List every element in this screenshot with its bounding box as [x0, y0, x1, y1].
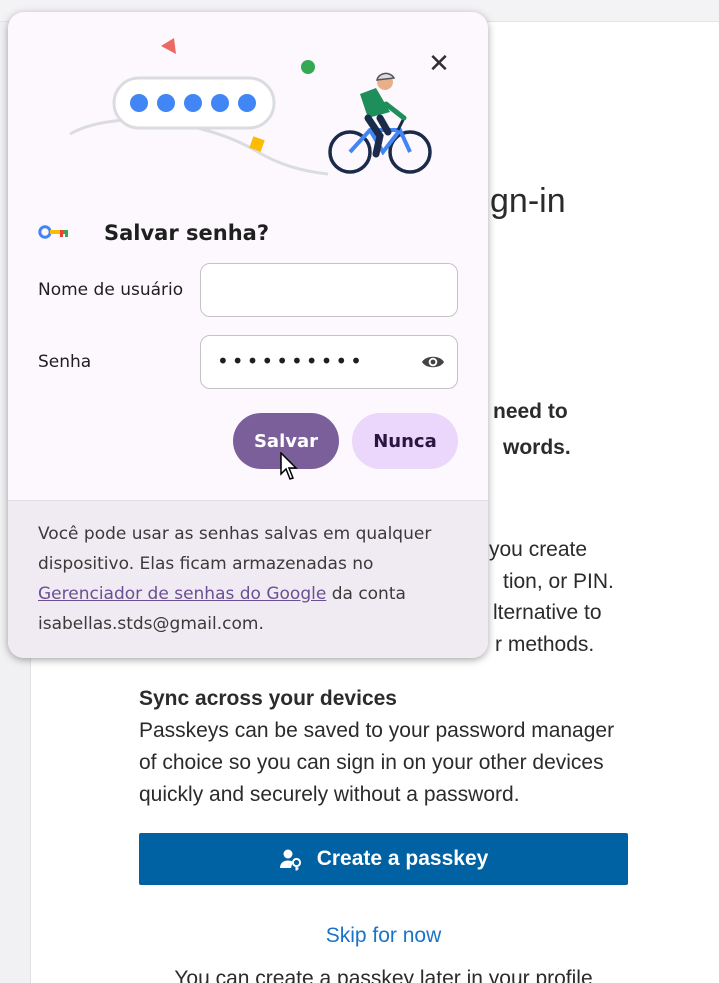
close-icon[interactable]: ✕ — [426, 48, 452, 78]
heading-line-2: words. — [503, 436, 571, 459]
password-manager-link[interactable]: Gerenciador de senhas do Google — [38, 584, 326, 604]
password-label: Senha — [38, 352, 92, 372]
body-line-3: lternative to — [493, 601, 602, 624]
dialog-footer: Você pode usar as senhas salvas em qualq… — [8, 500, 488, 658]
password-input[interactable] — [201, 336, 401, 386]
username-field[interactable] — [200, 263, 458, 317]
body-line-2: tion, or PIN. — [503, 570, 614, 593]
username-label: Nome de usuário — [38, 280, 184, 300]
heading-line-1: need to — [493, 400, 568, 423]
key-icon — [38, 225, 68, 239]
mouse-cursor-icon — [280, 452, 298, 480]
page-title: gn-in — [490, 182, 566, 220]
sync-line-2: of choice so you can sign in on your oth… — [139, 751, 604, 774]
dialog-title: Salvar senha? — [104, 221, 270, 245]
sync-line-3: quickly and securely without a password. — [139, 783, 520, 806]
footer-prefix: Você pode usar as senhas salvas em qualq… — [38, 524, 432, 574]
sync-heading: Sync across your devices — [139, 687, 397, 710]
body-line-4: r methods. — [495, 633, 595, 656]
create-passkey-button[interactable]: Create a passkey — [139, 833, 628, 885]
footer-text: Você pode usar as senhas salvas em qualq… — [38, 519, 463, 639]
body-line-1: you create — [489, 538, 588, 561]
cyclist-illustration — [69, 38, 432, 176]
skip-for-now-link[interactable]: Skip for now — [31, 924, 719, 948]
save-password-dialog: ✕ Salvar senha? Nome de usuário Senha Sa… — [8, 12, 488, 658]
sync-line-1: Passkeys can be saved to your password m… — [139, 719, 615, 742]
passkey-user-icon — [279, 849, 301, 871]
username-input[interactable] — [201, 264, 401, 314]
create-later-text: You can create a passkey later in your p… — [174, 967, 593, 983]
never-button[interactable]: Nunca — [352, 413, 458, 469]
create-passkey-label: Create a passkey — [316, 847, 489, 870]
eye-icon[interactable] — [421, 351, 445, 373]
password-field[interactable] — [200, 335, 458, 389]
